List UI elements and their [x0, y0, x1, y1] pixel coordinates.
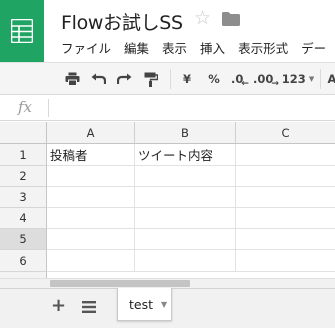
- increase-decimal-button[interactable]: .00 →: [253, 63, 279, 95]
- row-header-4[interactable]: 4: [0, 208, 47, 229]
- arrow-left-icon: ←: [241, 79, 249, 89]
- horizontal-scrollbar[interactable]: [0, 278, 335, 288]
- cell-a2[interactable]: [47, 166, 135, 187]
- row-header-6[interactable]: 6: [0, 250, 47, 272]
- row-header-3[interactable]: 3: [0, 187, 47, 208]
- menu-format[interactable]: 表示形式: [238, 38, 288, 57]
- cell-a4[interactable]: [47, 208, 135, 229]
- spreadsheet-grid: A B C 1 投稿者 ツイート内容 2 3 4 5 6: [0, 122, 335, 278]
- cell-a6[interactable]: [47, 250, 135, 272]
- cell-c6[interactable]: [236, 250, 335, 272]
- select-all-corner[interactable]: [0, 122, 47, 144]
- percent-format-button[interactable]: %: [205, 63, 223, 95]
- sheets-logo-icon[interactable]: [0, 0, 44, 62]
- document-title[interactable]: Flowお試しSS: [61, 8, 183, 35]
- menu-insert[interactable]: 挿入: [200, 38, 225, 57]
- sheet-tab-label: test: [129, 296, 154, 312]
- function-icon: fx: [18, 98, 33, 116]
- app-header: Flowお試しSS ☆ ファイル 編集 表示 挿入 表示形式 デー: [0, 0, 335, 62]
- menu-bar: ファイル 編集 表示 挿入 表示形式 デー: [61, 38, 335, 57]
- dropdown-arrow-icon[interactable]: ▼: [161, 300, 167, 309]
- paint-format-icon[interactable]: [141, 63, 161, 95]
- cell-c5[interactable]: [236, 229, 335, 250]
- font-dropdown[interactable]: A: [326, 63, 335, 95]
- star-icon[interactable]: ☆: [194, 9, 211, 28]
- all-sheets-icon[interactable]: [82, 300, 96, 314]
- row-header-1[interactable]: 1: [0, 144, 47, 166]
- menu-data[interactable]: デー: [301, 38, 326, 57]
- column-header-c[interactable]: C: [236, 122, 335, 144]
- cell-b4[interactable]: [135, 208, 236, 229]
- cell-b3[interactable]: [135, 187, 236, 208]
- cell-a5[interactable]: [47, 229, 135, 250]
- sheet-tab-test[interactable]: test ▼: [117, 288, 172, 321]
- cell-c3[interactable]: [236, 187, 335, 208]
- column-header-b[interactable]: B: [135, 122, 236, 144]
- formula-input[interactable]: [50, 97, 335, 119]
- cell-a1[interactable]: 投稿者: [47, 144, 135, 166]
- column-header-a[interactable]: A: [47, 122, 135, 144]
- row-header-2[interactable]: 2: [0, 166, 47, 187]
- formula-separator: [48, 99, 49, 117]
- toolbar-separator: [170, 69, 171, 89]
- currency-format-button[interactable]: ¥: [178, 63, 196, 95]
- chevron-down-icon: ▼: [308, 75, 315, 83]
- toolbar: ¥ % .0 ← .00 → 123 ▼ A: [0, 62, 335, 95]
- more-formats-label: 123: [281, 72, 306, 86]
- cell-b2[interactable]: [135, 166, 236, 187]
- formula-bar: fx: [0, 95, 335, 121]
- menu-view[interactable]: 表示: [162, 38, 187, 57]
- sheet-bar: + test ▼: [0, 288, 335, 328]
- increase-decimal-label: .00: [253, 72, 274, 86]
- cell-b1[interactable]: ツイート内容: [135, 144, 236, 166]
- cell-a3[interactable]: [47, 187, 135, 208]
- toolbar-separator: [320, 69, 321, 89]
- cell-c1[interactable]: [236, 144, 335, 166]
- cell-c2[interactable]: [236, 166, 335, 187]
- menu-edit[interactable]: 編集: [124, 38, 149, 57]
- undo-icon[interactable]: [88, 63, 108, 95]
- decrease-decimal-button[interactable]: .0 ←: [229, 63, 251, 95]
- add-sheet-button[interactable]: +: [51, 295, 66, 316]
- cell-b5[interactable]: [135, 229, 236, 250]
- redo-icon[interactable]: [114, 63, 134, 95]
- menu-file[interactable]: ファイル: [61, 38, 111, 57]
- folder-icon[interactable]: [222, 12, 240, 26]
- arrow-right-icon: →: [271, 79, 279, 89]
- row-header-5[interactable]: 5: [0, 229, 47, 250]
- scrollbar-thumb[interactable]: [50, 280, 190, 287]
- cell-c4[interactable]: [236, 208, 335, 229]
- more-formats-dropdown[interactable]: 123 ▼: [282, 63, 314, 95]
- print-icon[interactable]: [62, 63, 82, 95]
- cell-b6[interactable]: [135, 250, 236, 272]
